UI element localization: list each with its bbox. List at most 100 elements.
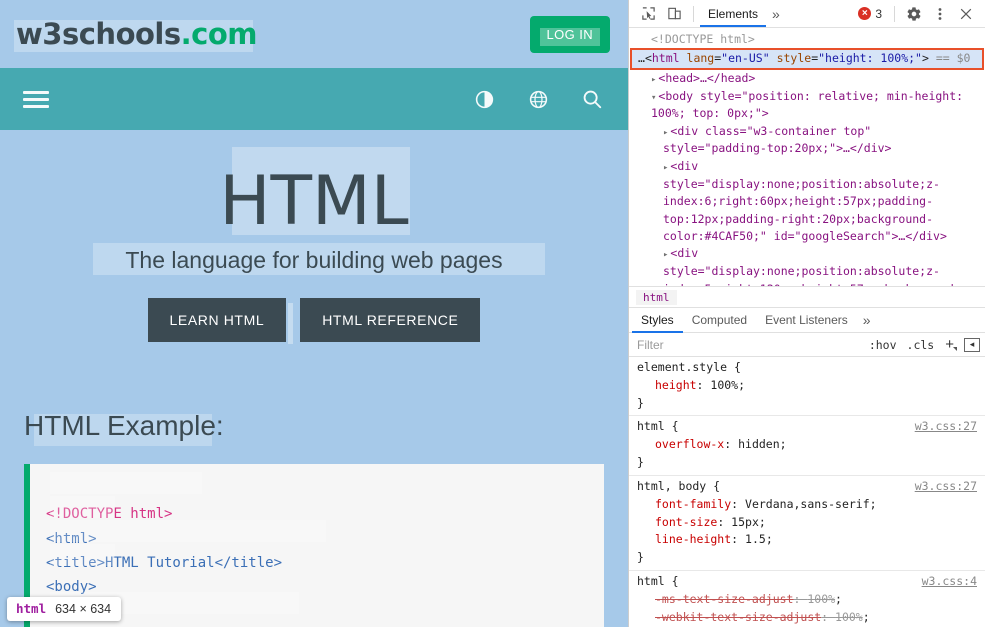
dom-row-text: <body style="position: relative; min-hei… (651, 88, 970, 121)
css-rule: html { w3.css:27 overflow-x: hidden; } (629, 416, 985, 476)
code-line: <html> (46, 530, 97, 547)
close-icon[interactable] (953, 2, 979, 26)
css-property[interactable]: height (655, 378, 697, 392)
more-tabs-icon[interactable]: » (766, 6, 786, 22)
rule-header: html { w3.css:27 (629, 418, 985, 436)
css-declaration[interactable]: overflow-x: hidden; (629, 436, 985, 454)
rule-close-brace: } (637, 455, 644, 470)
breadcrumb-item-html[interactable]: html (636, 289, 677, 305)
rule-close-brace: } (637, 395, 644, 410)
nav-right-icons (462, 77, 614, 121)
rule-selector[interactable]: element.style (637, 359, 727, 377)
learn-html-button[interactable]: LEARN HTML (147, 298, 287, 343)
css-property[interactable]: font-family (655, 497, 731, 511)
css-declaration[interactable]: line-height: 1.5; (629, 531, 985, 549)
rule-close-brace: } (637, 550, 644, 565)
dom-row[interactable]: ▸ <div style="display:none;position:absol… (629, 158, 985, 246)
css-value[interactable]: 100% (710, 378, 738, 392)
hero-button-gap-highlight (288, 303, 293, 344)
browser-with-devtools: w3schools.com LOG IN HTML The language f… (0, 0, 985, 627)
rule-header: html { w3.css:4 (629, 573, 985, 591)
translate-globe-icon[interactable] (516, 77, 560, 121)
styles-more-tabs-icon[interactable]: » (857, 312, 877, 328)
css-declaration[interactable]: font-family: Verdana,sans-serif; (629, 496, 985, 514)
error-count-badge[interactable]: × 3 (852, 7, 888, 21)
expand-triangle-icon[interactable]: ▸ (663, 250, 668, 260)
toolbar-right-group: × 3 (852, 2, 979, 26)
w3schools-logo[interactable]: w3schools.com (16, 17, 257, 51)
row-close: > (921, 51, 929, 66)
collapse-triangle-icon[interactable]: ▾ (651, 93, 656, 103)
row-attr-value: "height: 100%;" (818, 51, 922, 66)
dom-row-text: <div class="w3-container top" style="pad… (663, 123, 892, 156)
css-property[interactable]: -webkit-text-size-adjust (655, 610, 821, 624)
css-declaration[interactable]: height: 100%; (629, 377, 985, 395)
rule-selector[interactable]: html, body (637, 478, 706, 496)
dom-row-text: <div style="display:none;position:absolu… (663, 246, 961, 286)
menu-icon[interactable] (14, 77, 58, 121)
device-toolbar-icon[interactable] (661, 2, 687, 26)
css-rule: html, body { w3.css:27 font-family: Verd… (629, 476, 985, 571)
tab-computed[interactable]: Computed (683, 308, 756, 333)
html-reference-button[interactable]: HTML REFERENCE (300, 298, 481, 343)
dom-row[interactable]: ▸ <head>…</head> (629, 70, 985, 88)
error-icon: × (858, 7, 872, 20)
css-declaration-overridden[interactable]: -webkit-text-size-adjust: 100%; (629, 609, 985, 627)
rule-header: element.style { (629, 359, 985, 377)
css-value[interactable]: 1.5 (745, 532, 766, 546)
filter-input[interactable] (629, 337, 864, 352)
rule-selector[interactable]: html (637, 418, 665, 436)
css-value[interactable]: hidden (738, 437, 780, 451)
dom-tree[interactable]: <!DOCTYPE html> …<html lang="en-US" styl… (629, 28, 985, 286)
logo-suffix: .com (180, 17, 258, 51)
example-section: HTML Example: <!DOCTYPE html> <html> <ti… (0, 382, 628, 627)
css-rules-list[interactable]: element.style { height: 100%; } html { w… (629, 357, 985, 627)
dark-mode-icon[interactable] (462, 77, 506, 121)
css-value[interactable]: Verdana,sans-serif (745, 497, 870, 511)
inspect-tooltip-dimensions: 634 × 634 (55, 601, 112, 616)
gear-icon[interactable] (901, 2, 927, 26)
inspect-tooltip: html 634 × 634 (7, 597, 122, 621)
styles-sidebar-toggle-button[interactable]: ◂ (964, 337, 980, 352)
css-declaration[interactable]: font-size: 15px; (629, 514, 985, 532)
tab-event-listeners[interactable]: Event Listeners (756, 308, 857, 333)
dom-row[interactable]: ▸ <div style="display:none;position:absol… (629, 245, 985, 286)
rule-source-link[interactable]: w3.css:4 (914, 573, 977, 591)
css-property[interactable]: font-size (655, 515, 717, 529)
inspected-webpage: w3schools.com LOG IN HTML The language f… (0, 0, 628, 627)
login-button[interactable]: LOG IN (529, 15, 610, 53)
tab-styles[interactable]: Styles (632, 308, 683, 333)
dom-row[interactable]: ▸ <div class="w3-container top" style="pa… (629, 123, 985, 158)
cls-button[interactable]: .cls (902, 338, 940, 352)
css-value[interactable]: 100% (807, 592, 835, 606)
kebab-menu-icon[interactable] (927, 2, 953, 26)
toolbar-divider (693, 5, 694, 22)
expand-triangle-icon[interactable]: ▸ (663, 128, 668, 138)
hov-button[interactable]: :hov (864, 338, 902, 352)
page-top-bar: w3schools.com LOG IN (0, 0, 628, 68)
tab-elements[interactable]: Elements (700, 0, 766, 27)
css-property[interactable]: line-height (655, 532, 731, 546)
inspect-element-icon[interactable] (635, 2, 661, 26)
row-attr-value: "en-US" (721, 51, 770, 66)
new-style-rule-button[interactable]: + (939, 336, 957, 353)
row-attr-name: lang (686, 51, 715, 66)
css-value[interactable]: 100% (835, 610, 863, 624)
example-heading: HTML Example: (24, 410, 224, 442)
code-line: <title>HTML Tutorial</title> (46, 554, 283, 571)
expand-triangle-icon[interactable]: ▸ (651, 75, 656, 85)
css-property[interactable]: -ms-text-size-adjust (655, 592, 793, 606)
dom-row[interactable]: ▾ <body style="position: relative; min-he… (629, 88, 985, 123)
search-icon[interactable] (570, 77, 614, 121)
css-value[interactable]: 15px (731, 515, 759, 529)
dom-row-html-selected[interactable]: …<html lang="en-US" style="height: 100%;… (630, 48, 984, 70)
rule-source-link[interactable]: w3.css:27 (907, 418, 977, 436)
css-declaration-overridden[interactable]: -ms-text-size-adjust: 100%; (629, 591, 985, 609)
dom-row-doctype[interactable]: <!DOCTYPE html> (629, 31, 985, 48)
inspect-tooltip-tag: html (16, 601, 47, 616)
rule-source-link[interactable]: w3.css:27 (907, 478, 977, 496)
rule-selector[interactable]: html (637, 573, 665, 591)
dom-row-text: <div style="display:none;position:absolu… (663, 158, 947, 243)
css-property[interactable]: overflow-x (655, 437, 724, 451)
expand-triangle-icon[interactable]: ▸ (663, 163, 668, 173)
